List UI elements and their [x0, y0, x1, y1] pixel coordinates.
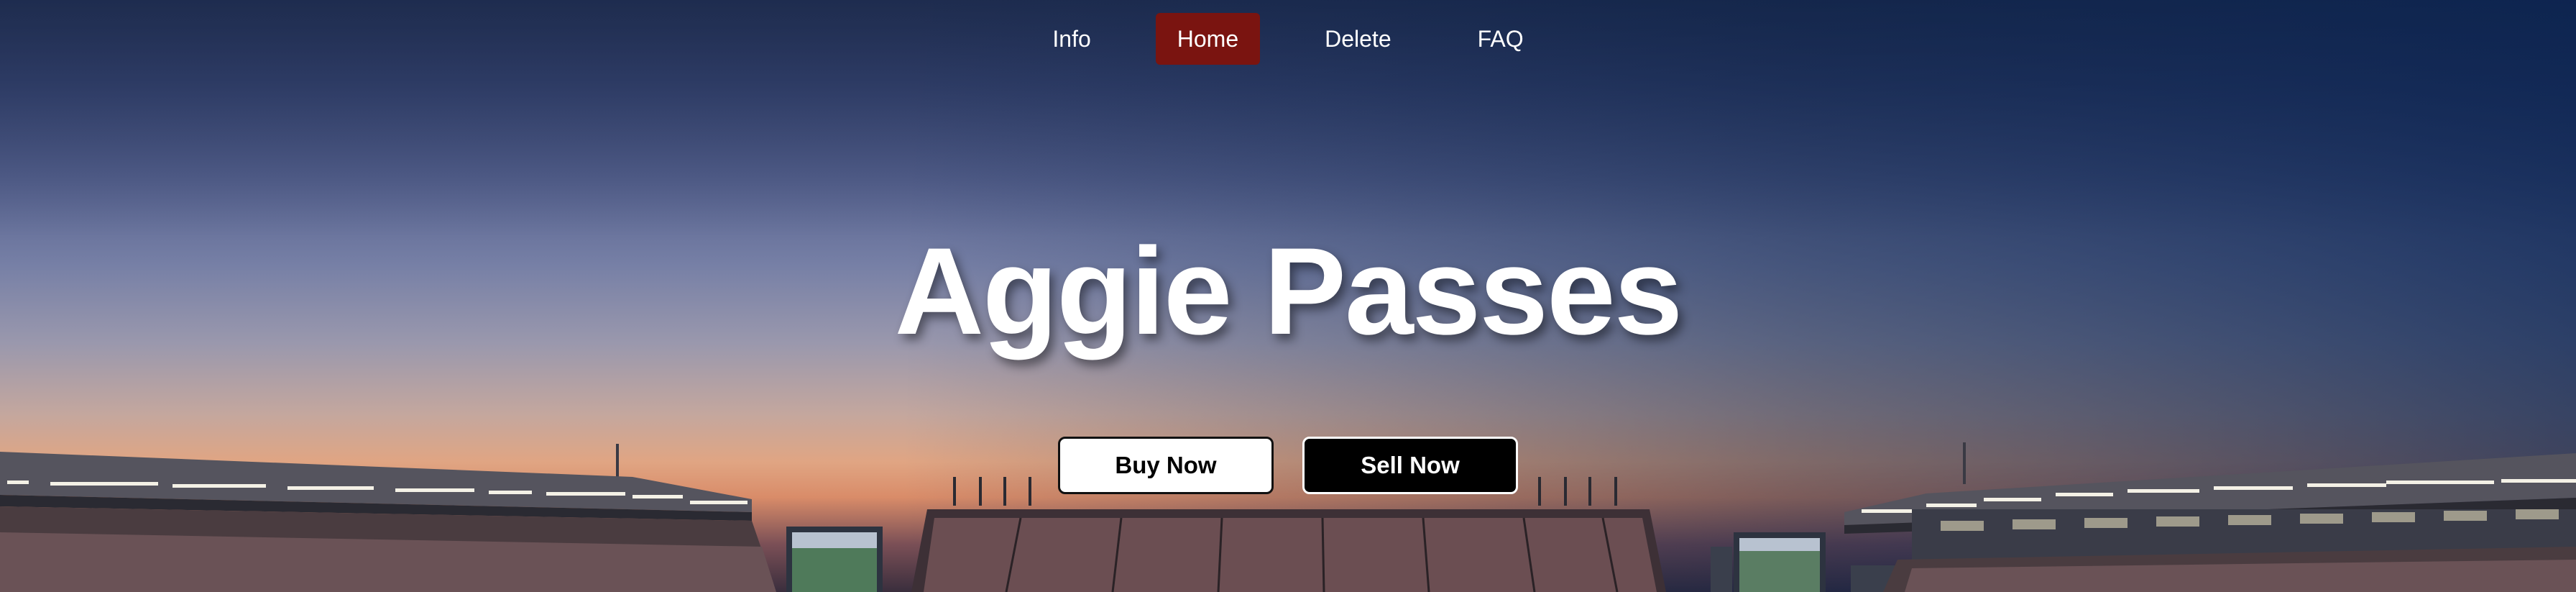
- nav-item-faq[interactable]: FAQ: [1456, 13, 1545, 65]
- hero-banner: Info Home Delete FAQ Aggie Passes Buy No…: [0, 0, 2576, 592]
- page-title: Aggie Passes: [894, 222, 1683, 360]
- buy-now-button[interactable]: Buy Now: [1058, 437, 1274, 494]
- nav-item-home[interactable]: Home: [1155, 13, 1261, 65]
- nav-item-delete[interactable]: Delete: [1303, 13, 1413, 65]
- nav-item-info[interactable]: Info: [1031, 13, 1112, 65]
- top-navigation: Info Home Delete FAQ: [0, 13, 2576, 65]
- sell-now-button[interactable]: Sell Now: [1302, 437, 1518, 494]
- hero-actions: Buy Now Sell Now: [0, 437, 2576, 494]
